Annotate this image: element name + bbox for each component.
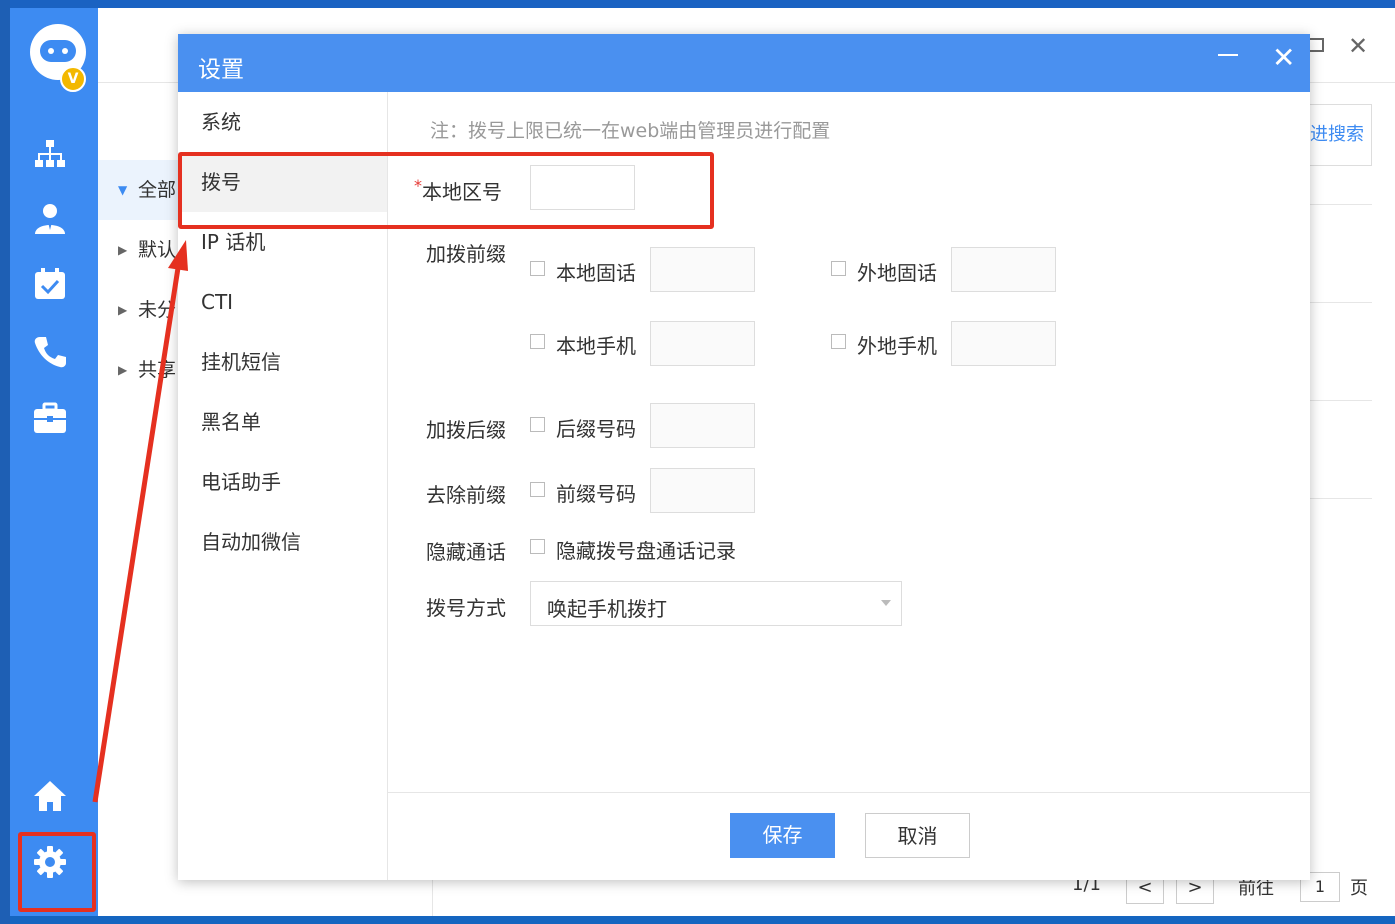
annotation-arrow: [92, 240, 188, 803]
